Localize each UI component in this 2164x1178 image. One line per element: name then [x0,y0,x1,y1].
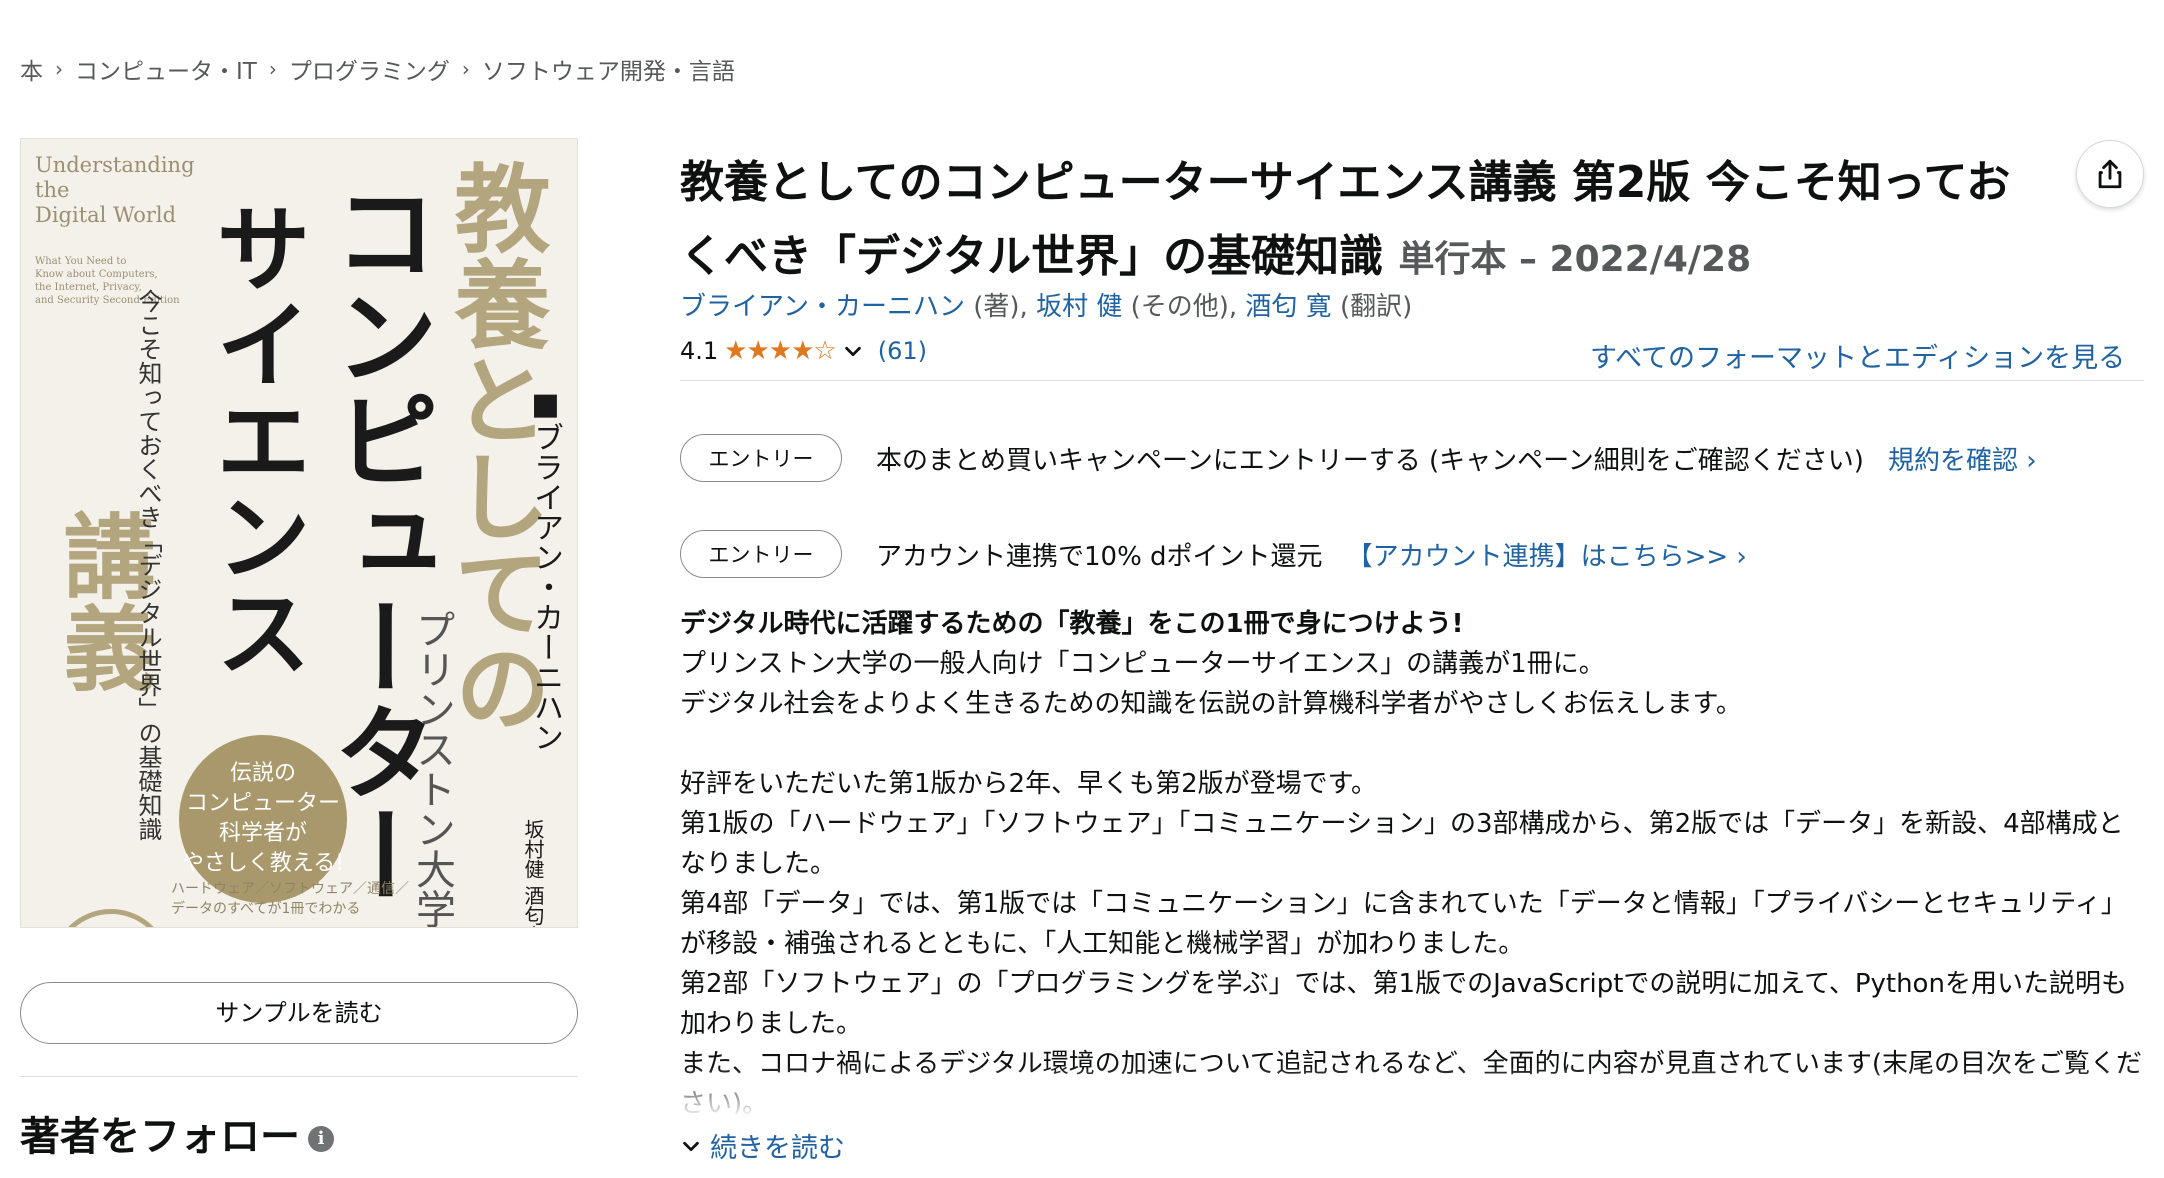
description-fade [680,1066,2144,1116]
cover-edition-mark: 第2版 [51,909,171,927]
book-cover-image[interactable]: Understanding the Digital World What You… [20,138,578,928]
cover-badge-line: やさしく教える! [181,851,345,876]
description-line: デジタル社会をよりよく生きるための知識を伝説の計算機科学者がやさしくお伝えします… [680,689,1742,719]
star-icon: ★ [746,336,769,366]
promo-terms-link[interactable]: 規約を確認 › [1888,440,2037,477]
product-format-date: 単行本 – 2022/4/28 [1398,239,1752,280]
breadcrumb-item-programming[interactable]: プログラミング [289,52,450,86]
star-icon: ☆ [813,336,836,366]
info-icon[interactable]: i [308,1126,334,1152]
divider [20,1076,578,1077]
follow-author-heading: 著者をフォロー i [20,1104,334,1162]
description-line: 第4部「データ」では、第1版では「コミュニケーション」に含まれていた「データと情… [680,889,2127,959]
entry-button[interactable]: エントリー [680,434,842,482]
rating-count-link[interactable]: (61) [878,337,927,365]
star-icon: ★ [768,336,792,366]
breadcrumb-separator-icon: › [55,57,63,81]
promo-text: アカウント連携で10% dポイント還元 [876,541,1323,572]
read-more-label: 続きを読む [710,1133,845,1164]
chevron-down-icon [683,1141,699,1151]
divider [680,380,2144,381]
product-title: 教養としてのコンピューターサイエンス講義 第2版 今こそ知っておくべき「デジタル… [680,146,2050,297]
description-line: 第1版の「ハードウェア」「ソフトウェア」「コミュニケーション」の3部構成から、第… [680,809,2124,879]
follow-author-label: 著者をフォロー [20,1114,300,1160]
all-formats-link[interactable]: すべてのフォーマットとエディションを見る [1590,336,2125,375]
entry-button[interactable]: エントリー [680,530,842,578]
cover-princeton: プリンストン大学の大人気講義 [409,609,455,928]
product-title-text: 教養としてのコンピューターサイエンス講義 第2版 今こそ知っておくべき「デジタル… [680,157,2011,282]
description-line [680,724,2144,764]
description-line: 第2部「ソフトウェア」の「プログラミングを学ぶ」では、第1版でのJavaScri… [680,969,2127,1039]
breadcrumb-item-computer-it[interactable]: コンピュータ・IT [75,52,257,86]
description-line: 好評をいただいた第1版から2年、早くも第2版が登場です。 [680,769,1378,799]
cover-subjects: ハードウェア／ソフトウェア／通信／ データのすべてが1冊でわかる [171,881,409,917]
byline: ブライアン・カーニハン (著), 坂村 健 (その他), 酒匂 寛 (翻訳) [680,286,1412,323]
description-lead: デジタル時代に活躍するための「教養」をこの1冊で身につけよう! [680,609,1464,639]
cover-badge-line: コンピューター [185,791,340,816]
cover-badge-line: 科学者が [218,821,307,846]
read-sample-button[interactable]: サンプルを読む [20,982,578,1044]
cover-badge-line: 伝説の [229,761,296,786]
cover-tagline: 今こそ知っておくべき「デジタル世界」の基礎知識 [134,289,162,841]
share-button[interactable] [2076,140,2144,208]
product-description: デジタル時代に活躍するための「教養」をこの1冊で身につけよう! プリンストン大学… [680,604,2144,1114]
promo-account-link[interactable]: 【アカウント連携】はこちら>> › [1347,536,1747,573]
rating-score: 4.1 [680,337,719,365]
read-more-link[interactable]: 続きを読む [680,1126,845,1165]
breadcrumb: 本 › コンピュータ・IT › プログラミング › ソフトウェア開発・言語 [20,52,735,86]
breadcrumb-item-books[interactable]: 本 [20,52,43,86]
chevron-down-icon[interactable] [842,340,864,362]
breadcrumb-item-software-dev[interactable]: ソフトウェア開発・言語 [482,52,735,86]
rating-row: 4.1 ★★★★☆ (61) [680,336,927,366]
promo-text: 本のまとめ買いキャンペーンにエントリーする (キャンペーン細則をご確認ください) [876,445,1864,476]
cover-title-science: サイエンス [199,199,311,679]
cover-author: ■ブライアン・カーニハン [528,387,563,752]
cover-english-title: Understanding the Digital World [35,153,195,227]
translator-link[interactable]: 酒匂 寛 [1245,292,1331,322]
description-line: プリンストン大学の一般人向け「コンピューターサイエンス」の講義が1冊に。 [680,649,1605,679]
star-icon: ★ [724,336,747,366]
share-icon [2098,159,2122,189]
promo-entry-row: エントリー アカウント連携で10% dポイント還元 【アカウント連携】はこちら>… [680,530,1747,578]
translator-role: (翻訳) [1339,292,1413,322]
author-role: (著), [973,292,1028,322]
contributor-role: (その他), [1130,292,1238,322]
star-rating[interactable]: ★★★★☆ [724,336,837,366]
promo-entry-row: エントリー 本のまとめ買いキャンペーンにエントリーする (キャンペーン細則をご確… [680,434,2037,482]
cover-badge: 伝説の コンピューター 科学者が やさしく教える! [179,735,347,903]
star-icon: ★ [791,336,814,366]
breadcrumb-separator-icon: › [268,57,277,81]
cover-translator: 坂村健 酒匂寛 [521,819,545,928]
breadcrumb-separator-icon: › [461,57,470,81]
contributor-link[interactable]: 坂村 健 [1036,292,1122,322]
author-link[interactable]: ブライアン・カーニハン [680,292,965,322]
